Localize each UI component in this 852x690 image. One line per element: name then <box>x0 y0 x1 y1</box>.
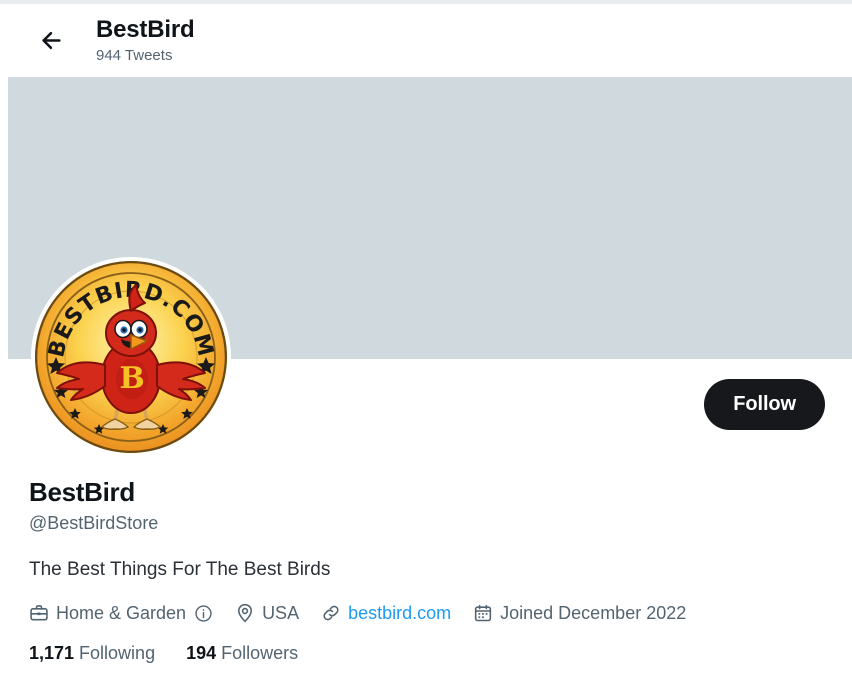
joined-label: Joined December 2022 <box>500 602 687 623</box>
meta-joined: Joined December 2022 <box>473 603 686 624</box>
following-count: 1,171 <box>29 642 75 663</box>
profile-meta-row: Home & Garden USA bestbird.com Joined De… <box>29 603 829 624</box>
tweet-count: 944 Tweets <box>96 46 173 64</box>
following-label: Following <box>79 642 156 663</box>
handle: @BestBirdStore <box>29 512 159 533</box>
following-stat[interactable]: 1,171 Following <box>29 643 155 664</box>
meta-website: bestbird.com <box>321 603 451 624</box>
bio: The Best Things For The Best Birds <box>29 559 331 581</box>
info-circle-icon[interactable] <box>194 604 213 623</box>
meta-location: USA <box>235 603 299 624</box>
back-button[interactable] <box>28 18 74 64</box>
link-icon <box>321 603 341 623</box>
avatar[interactable]: BESTBIRD.COM <box>31 257 231 457</box>
follow-button[interactable]: Follow <box>704 379 825 430</box>
avatar-image: BESTBIRD.COM <box>35 261 227 453</box>
website-link[interactable]: bestbird.com <box>348 603 451 624</box>
briefcase-icon <box>29 603 49 623</box>
arrow-left-icon <box>38 27 65 54</box>
svg-text:B: B <box>119 361 144 396</box>
bestbird-logo-icon: BESTBIRD.COM <box>35 261 227 453</box>
map-pin-icon <box>235 603 255 623</box>
profile-info: BestBird @BestBirdStore The Best Things … <box>29 477 829 664</box>
calendar-icon <box>473 603 493 623</box>
profile-header-bar: BestBird 944 Tweets <box>8 4 852 77</box>
followers-label: Followers <box>221 642 299 663</box>
header-text-block: BestBird 944 Tweets <box>96 15 195 65</box>
display-name: BestBird <box>29 477 135 507</box>
category-label: Home & Garden <box>56 602 187 623</box>
location-label: USA <box>262 602 300 623</box>
followers-stat[interactable]: 194 Followers <box>186 643 298 664</box>
profile-stats-row: 1,171 Following 194 Followers <box>29 643 829 664</box>
meta-category: Home & Garden <box>29 603 213 624</box>
followers-count: 194 <box>186 642 217 663</box>
page-title: BestBird <box>96 15 195 43</box>
